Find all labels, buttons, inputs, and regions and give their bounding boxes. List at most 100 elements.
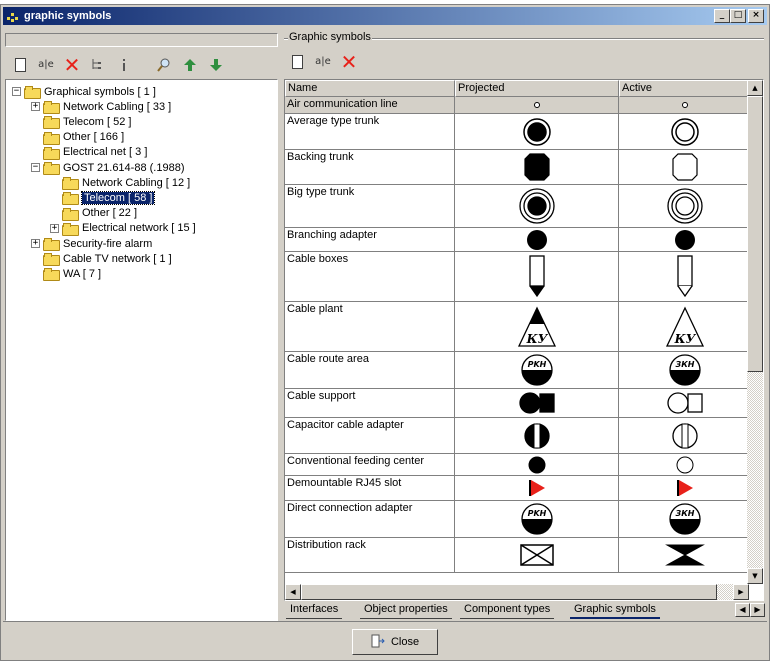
expand-icon[interactable]: + <box>50 223 59 233</box>
close-button[interactable]: Close <box>352 629 438 655</box>
tab-component-types[interactable]: Component types <box>460 601 555 619</box>
tree-structure-icon[interactable] <box>89 56 107 74</box>
tree-node-label[interactable]: Electrical network [ 15 ] <box>82 222 196 234</box>
projected-symbol <box>455 389 619 417</box>
horizontal-scrollbar[interactable]: ◀ ▶ <box>285 584 749 600</box>
maximize-button[interactable]: □ <box>730 9 746 23</box>
bottom-bar: Close <box>3 621 767 660</box>
exit-door-icon <box>371 634 385 651</box>
tree-node-label[interactable]: Cable TV network [ 1 ] <box>63 253 172 265</box>
tree-node[interactable]: Electrical net [ 3 ] <box>31 145 147 160</box>
find-icon[interactable] <box>155 56 173 74</box>
tree-node[interactable]: Other [ 166 ] <box>31 130 124 145</box>
table-row[interactable]: Demountable RJ45 slot <box>285 476 751 501</box>
scroll-left-button[interactable]: ◀ <box>285 584 301 600</box>
tree-node-label[interactable]: Graphical symbols [ 1 ] <box>44 86 156 98</box>
projected-symbol: PKH <box>455 501 619 537</box>
tree-node[interactable]: WA [ 7 ] <box>31 266 101 282</box>
table-row[interactable]: Branching adapter <box>285 228 751 252</box>
new-document-icon[interactable] <box>11 56 29 74</box>
rename-icon[interactable]: a|e <box>37 56 55 74</box>
tab-scroll-right-button[interactable]: ▶ <box>750 603 765 617</box>
symbols-pane: Graphic symbols a|e ✕ Name Projected Act… <box>284 31 769 621</box>
table-row[interactable]: Average type trunk <box>285 114 751 150</box>
table-row[interactable]: Big type trunk <box>285 185 751 228</box>
folder-icon <box>24 86 41 99</box>
vertical-scroll-thumb[interactable] <box>747 96 763 372</box>
tree-node-label[interactable]: GOST 21.614-88 (.1988) <box>63 162 184 174</box>
table-row[interactable]: Distribution rack <box>285 538 751 573</box>
minimize-button[interactable]: _ <box>714 9 730 23</box>
move-down-icon[interactable] <box>207 56 225 74</box>
active-symbol <box>619 150 751 184</box>
symbol-name-cell: Demountable RJ45 slot <box>285 476 455 500</box>
tree-node-label[interactable]: Network Cabling [ 12 ] <box>82 177 190 189</box>
projected-symbol <box>455 114 619 149</box>
delete-icon[interactable]: ✕ <box>63 55 81 75</box>
tree-node-label[interactable]: Electrical net [ 3 ] <box>63 146 147 158</box>
table-row[interactable]: Direct connection adapter PKH ЗКН <box>285 501 751 538</box>
category-tree[interactable]: − Graphical symbols [ 1 ] + Network Cabling… <box>5 79 278 621</box>
title-bar[interactable]: graphic symbols _ □ × <box>3 7 767 25</box>
table-row[interactable]: Cable boxes <box>285 252 751 302</box>
table-row[interactable]: Capacitor cable adapter <box>285 418 751 454</box>
collapse-icon[interactable]: − <box>12 87 21 96</box>
vertical-scrollbar[interactable]: ▲ ▼ <box>747 80 763 584</box>
tree-node-label[interactable]: Security-fire alarm <box>63 238 152 250</box>
scroll-up-button[interactable]: ▲ <box>747 80 763 96</box>
column-header-active[interactable]: Active <box>619 80 751 97</box>
tree-node-label[interactable]: Other [ 166 ] <box>63 131 124 143</box>
tree-node[interactable]: Cable TV network [ 1 ] <box>31 251 172 267</box>
column-header-projected[interactable]: Projected <box>455 80 619 97</box>
projected-symbol <box>455 150 619 184</box>
tree-node[interactable]: Telecom [ 52 ] <box>31 114 131 130</box>
info-icon[interactable] <box>115 56 133 74</box>
symbol-name-cell: Big type trunk <box>285 185 455 227</box>
table-row[interactable]: Conventional feeding center <box>285 454 751 476</box>
projected-symbol <box>455 418 619 453</box>
scroll-down-button[interactable]: ▼ <box>747 568 763 584</box>
tree-node[interactable]: Network Cabling [ 12 ] <box>50 175 190 191</box>
tree-node[interactable]: Other [ 22 ] <box>50 206 137 221</box>
tab-scroll-left-button[interactable]: ◀ <box>735 603 750 617</box>
expand-icon[interactable]: + <box>31 239 40 248</box>
tree-node[interactable]: + Electrical network [ 15 ] <box>50 221 196 236</box>
tab-graphic-symbols[interactable]: Graphic symbols <box>570 601 660 619</box>
table-row[interactable]: Air communication line <box>285 97 751 114</box>
tree-node-label[interactable]: Other [ 22 ] <box>82 207 137 219</box>
table-row[interactable]: Backing trunk <box>285 150 751 185</box>
new-symbol-icon[interactable] <box>288 53 306 71</box>
close-button-label: Close <box>390 636 420 648</box>
tree-node[interactable]: − GOST 21.614-88 (.1988) <box>31 160 184 175</box>
symbol-name-cell: Conventional feeding center <box>285 454 455 475</box>
tree-node[interactable]: + Network Cabling [ 33 ] <box>31 99 171 115</box>
collapse-icon[interactable]: − <box>31 163 40 172</box>
tab-interfaces[interactable]: Interfaces <box>286 601 343 619</box>
rename-symbol-icon[interactable]: a|e <box>314 53 332 71</box>
scroll-right-button[interactable]: ▶ <box>733 584 749 600</box>
delete-symbol-icon[interactable]: ✕ <box>340 52 358 72</box>
table-row[interactable]: Cable plant КУ КУ <box>285 302 751 352</box>
horizontal-scroll-thumb[interactable] <box>301 584 717 600</box>
move-up-icon[interactable] <box>181 56 199 74</box>
symbol-name-cell: Cable route area <box>285 352 455 388</box>
projected-symbol <box>455 454 619 475</box>
tree-node[interactable]: + Security-fire alarm <box>31 236 152 251</box>
symbols-grid[interactable]: Name Projected Active Air communication … <box>284 79 764 601</box>
active-symbol <box>619 97 751 113</box>
tree-node-label[interactable]: Network Cabling [ 33 ] <box>63 101 171 113</box>
tree-node-label[interactable]: Telecom [ 58 ] <box>80 190 156 205</box>
symbol-name-cell: Average type trunk <box>285 114 455 149</box>
close-window-button[interactable]: × <box>748 9 764 23</box>
tab-object-properties[interactable]: Object properties <box>360 601 452 619</box>
column-header-name[interactable]: Name <box>285 80 455 97</box>
tree-node-label[interactable]: Telecom [ 52 ] <box>63 116 131 128</box>
tree-node[interactable]: Telecom [ 58 ] <box>50 190 156 206</box>
active-symbol <box>619 389 751 417</box>
tree-node[interactable]: − Graphical symbols [ 1 ] <box>12 84 156 99</box>
tree-pane-header <box>5 33 278 47</box>
table-row[interactable]: Cable route area PKH ЗКН <box>285 352 751 389</box>
tree-node-label[interactable]: WA [ 7 ] <box>63 268 101 280</box>
expand-icon[interactable]: + <box>31 102 40 112</box>
table-row[interactable]: Cable support <box>285 389 751 418</box>
